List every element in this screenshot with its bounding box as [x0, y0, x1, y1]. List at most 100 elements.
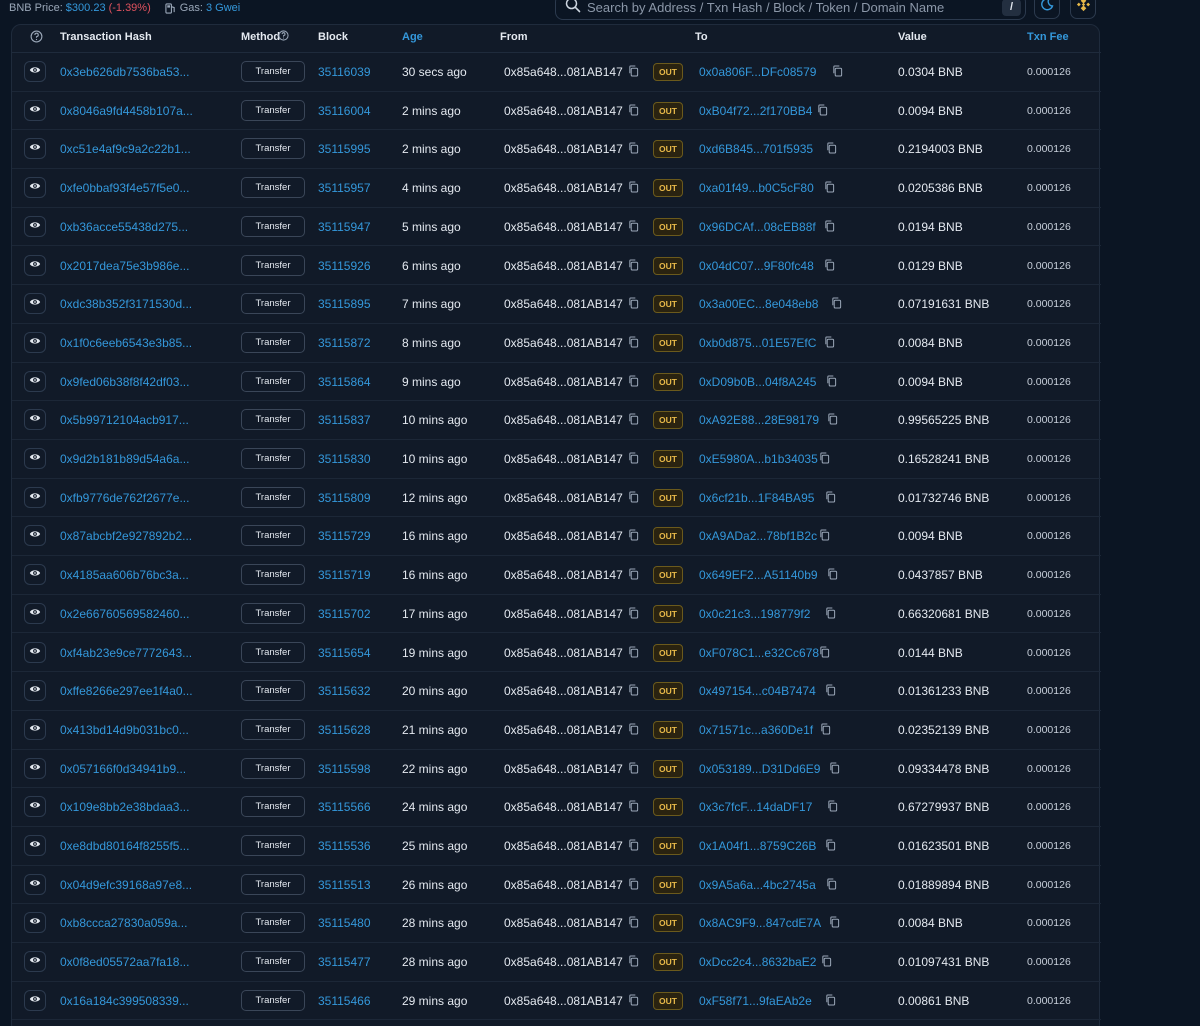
preview-button[interactable]	[24, 177, 46, 199]
txn-hash-link[interactable]: 0x1f0c6eeb6543e3b85...	[60, 336, 192, 350]
preview-button[interactable]	[24, 951, 46, 973]
copy-icon[interactable]	[626, 877, 640, 891]
txn-hash-link[interactable]: 0xb36acce55438d275...	[60, 220, 188, 234]
copy-icon[interactable]	[626, 258, 640, 272]
block-link[interactable]: 35115809	[318, 491, 371, 505]
gas-value-link[interactable]: 3 Gwei	[206, 2, 240, 14]
to-address-link[interactable]: 0xA92E88...28E98179	[699, 413, 819, 427]
copy-icon[interactable]	[817, 451, 831, 465]
bnb-price-link[interactable]: $300.23	[66, 2, 106, 14]
copy-icon[interactable]	[824, 141, 838, 155]
block-link[interactable]: 35115995	[318, 142, 371, 156]
copy-icon[interactable]	[626, 374, 640, 388]
block-link[interactable]: 35115895	[318, 297, 371, 311]
copy-icon[interactable]	[626, 993, 640, 1007]
txn-hash-link[interactable]: 0x9fed06b38f8f42df03...	[60, 375, 189, 389]
txn-hash-link[interactable]: 0x109e8bb2e38bdaa3...	[60, 800, 189, 814]
preview-button[interactable]	[24, 331, 46, 353]
copy-icon[interactable]	[827, 915, 841, 929]
block-link[interactable]: 35115957	[318, 181, 371, 195]
txn-hash-link[interactable]: 0xfe0bbaf93f4e57f5e0...	[60, 181, 189, 195]
txn-hash-link[interactable]: 0x0f8ed05572aa7fa18...	[60, 955, 189, 969]
copy-icon[interactable]	[829, 296, 843, 310]
block-link[interactable]: 35115477	[318, 955, 371, 969]
preview-button[interactable]	[24, 138, 46, 160]
txn-hash-link[interactable]: 0x057166f0d34941b9...	[60, 762, 186, 776]
block-link[interactable]: 35115628	[318, 723, 371, 737]
block-link[interactable]: 35115654	[318, 646, 371, 660]
to-address-link[interactable]: 0xa01f49...b0C5cF80	[699, 181, 814, 195]
block-link[interactable]: 35115864	[318, 375, 371, 389]
copy-icon[interactable]	[626, 335, 640, 349]
txn-hash-link[interactable]: 0x2e66760569582460...	[60, 607, 189, 621]
to-address-link[interactable]: 0xB04f72...2f170BB4	[699, 104, 812, 118]
to-address-link[interactable]: 0x649EF2...A51140b9	[699, 568, 818, 582]
copy-icon[interactable]	[823, 838, 837, 852]
theme-toggle-button[interactable]	[1034, 0, 1060, 19]
to-address-link[interactable]: 0xb0d875...01E57EfC	[699, 336, 816, 350]
block-link[interactable]: 35115719	[318, 568, 371, 582]
copy-icon[interactable]	[626, 180, 640, 194]
col-header-fee-toggle[interactable]: Txn Fee	[1027, 31, 1069, 43]
to-address-link[interactable]: 0xE5980A...b1b34035	[699, 452, 818, 466]
txn-hash-link[interactable]: 0xffe8266e297ee1f4a0...	[60, 684, 193, 698]
copy-icon[interactable]	[626, 954, 640, 968]
block-link[interactable]: 35115729	[318, 529, 371, 543]
txn-hash-link[interactable]: 0x3eb626db7536ba53...	[60, 65, 189, 79]
copy-icon[interactable]	[626, 528, 640, 542]
preview-button[interactable]	[24, 641, 46, 663]
network-switch-button[interactable]	[1070, 0, 1096, 19]
copy-icon[interactable]	[626, 683, 640, 697]
copy-icon[interactable]	[823, 683, 837, 697]
copy-icon[interactable]	[626, 64, 640, 78]
copy-icon[interactable]	[825, 412, 839, 426]
copy-icon[interactable]	[626, 567, 640, 581]
method-info-icon[interactable]	[278, 30, 289, 44]
to-address-link[interactable]: 0x3c7fcF...14daDF17	[699, 800, 812, 814]
block-link[interactable]: 35116039	[318, 65, 371, 79]
preview-button[interactable]	[24, 486, 46, 508]
preview-button[interactable]	[24, 448, 46, 469]
to-address-link[interactable]: 0x0c21c3...198779f2	[699, 607, 810, 621]
copy-icon[interactable]	[822, 335, 836, 349]
copy-icon[interactable]	[823, 993, 837, 1007]
to-address-link[interactable]: 0x497154...c04B7474	[699, 684, 816, 698]
preview-button[interactable]	[24, 718, 46, 740]
copy-icon[interactable]	[823, 490, 837, 504]
copy-icon[interactable]	[626, 722, 640, 736]
copy-icon[interactable]	[626, 451, 640, 465]
copy-icon[interactable]	[824, 877, 838, 891]
txn-hash-link[interactable]: 0xf4ab23e9ce7772643...	[60, 646, 192, 660]
txn-hash-link[interactable]: 0x413bd14d9b031bc0...	[60, 723, 189, 737]
to-address-link[interactable]: 0xF078C1...e32Cc678	[699, 646, 819, 660]
preview-button[interactable]	[24, 912, 46, 934]
to-address-link[interactable]: 0xDcc2c4...8632baE2	[699, 955, 816, 969]
copy-icon[interactable]	[626, 838, 640, 852]
txn-hash-link[interactable]: 0x04d9efc39168a97e8...	[60, 878, 192, 892]
txn-hash-link[interactable]: 0x9d2b181b89d54a6a...	[60, 452, 189, 466]
txn-hash-link[interactable]: 0x87abcbf2e927892b2...	[60, 529, 192, 543]
copy-icon[interactable]	[819, 954, 833, 968]
txn-hash-link[interactable]: 0x8046a9fd4458b107a...	[60, 104, 193, 118]
txn-hash-link[interactable]: 0xb8ccca27830a059a...	[60, 916, 187, 930]
preview-button[interactable]	[24, 796, 46, 818]
preview-button[interactable]	[24, 370, 46, 392]
copy-icon[interactable]	[822, 180, 836, 194]
copy-icon[interactable]	[822, 219, 836, 233]
to-address-link[interactable]: 0x6cf21b...1F84BA95	[699, 491, 814, 505]
block-link[interactable]: 35115926	[318, 259, 371, 273]
preview-button[interactable]	[24, 254, 46, 276]
copy-icon[interactable]	[815, 103, 829, 117]
search-input[interactable]	[581, 0, 1002, 16]
copy-icon[interactable]	[827, 761, 841, 775]
to-address-link[interactable]: 0xA9ADa2...78bf1B2c	[699, 529, 817, 543]
txn-hash-link[interactable]: 0xfb9776de762f2677e...	[60, 491, 189, 505]
copy-icon[interactable]	[825, 567, 839, 581]
copy-icon[interactable]	[825, 799, 839, 813]
preview-button[interactable]	[24, 835, 46, 856]
block-link[interactable]: 35115480	[318, 916, 371, 930]
preview-button[interactable]	[24, 564, 46, 586]
to-address-link[interactable]: 0x053189...D31Dd6E9	[699, 762, 820, 776]
copy-icon[interactable]	[818, 722, 832, 736]
preview-button[interactable]	[24, 409, 46, 431]
